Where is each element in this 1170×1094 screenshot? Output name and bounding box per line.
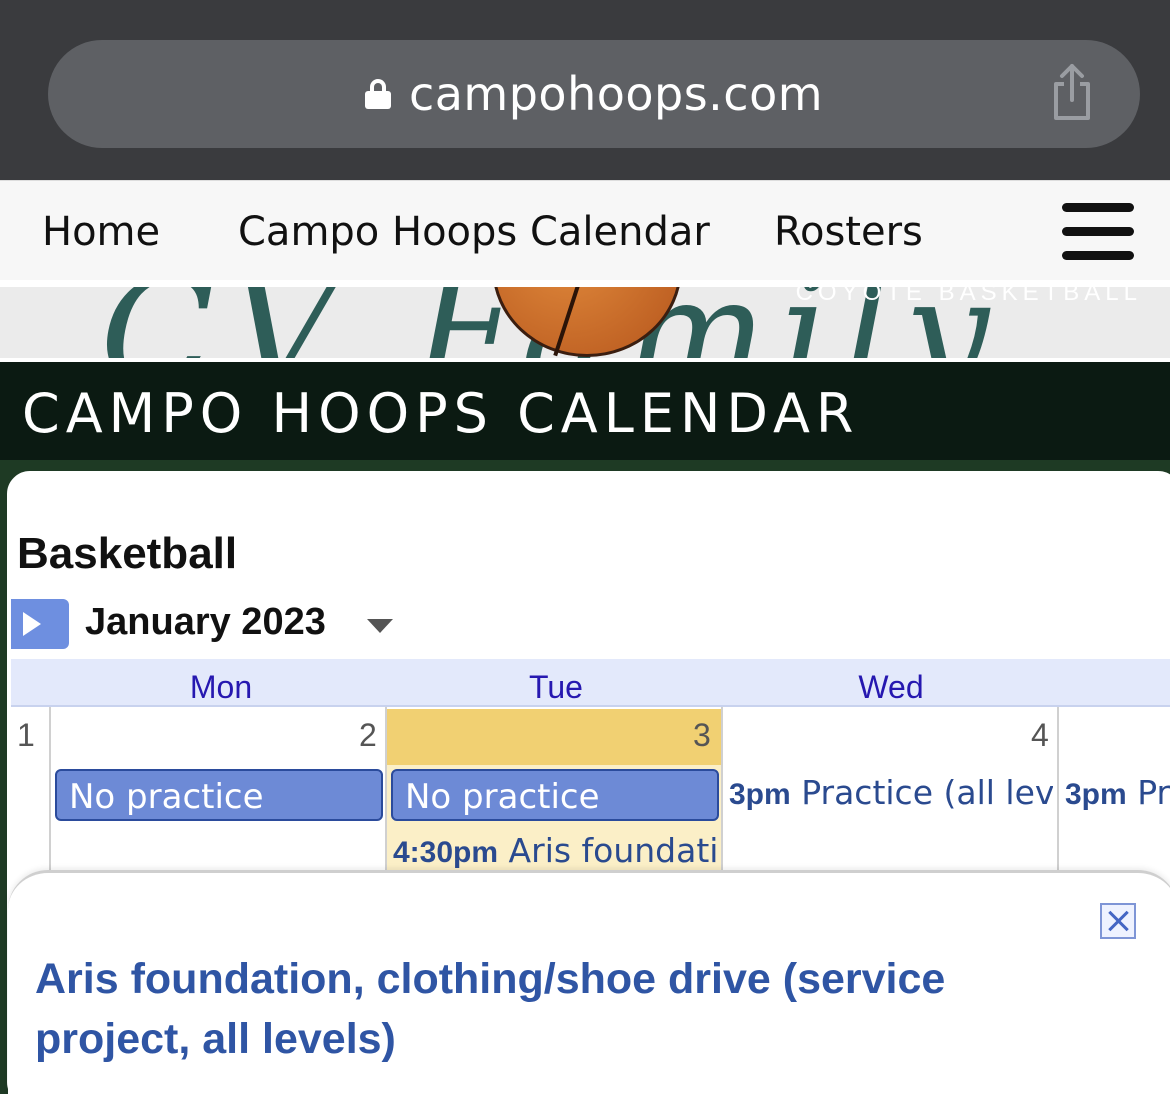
date-3[interactable]: 3 [693,717,711,754]
address-bar[interactable]: campohoops.com [48,40,1140,148]
date-2[interactable]: 2 [359,717,377,754]
grid-divider [49,707,51,873]
event-time: 3pm [729,778,791,811]
event-title: Practice (all lev [801,773,1053,812]
date-1[interactable]: 1 [17,717,35,754]
event-details-title: Aris foundation, clothing/shoe drive (se… [35,955,946,1063]
calendar-title: Basketball [17,529,238,578]
site-nav: Home Campo Hoops Calendar Rosters [0,180,1170,280]
event-details-popup: Aris foundation, clothing/shoe drive (se… [8,870,1170,1094]
close-icon[interactable] [1100,903,1136,939]
days-of-week-header: Mon Tue Wed [11,659,1170,707]
dow-mon: Mon [189,669,253,705]
dow-tue: Tue [529,669,583,705]
event-time: 4:30pm [393,836,499,869]
event-no-practice-tue[interactable]: No practice [391,769,719,821]
nav-calendar[interactable]: Campo Hoops Calendar [238,209,710,255]
banner-image: CV Family COYOTE BASKETBALL [0,284,1170,358]
page-title: CAMPO HOOPS CALENDAR [22,382,860,445]
page-header: CAMPO HOOPS CALENDAR [0,362,1170,460]
nav-home[interactable]: Home [42,209,160,255]
event-time: 3pm [1065,778,1127,811]
event-aris-foundation[interactable]: 4:30pm Aris foundati [393,831,719,870]
grid-divider [721,707,723,873]
event-no-practice-mon[interactable]: No practice [55,769,383,821]
today-header [387,709,721,765]
lock-icon [364,79,391,109]
menu-icon[interactable] [1062,203,1134,261]
event-practice-thu[interactable]: 3pm Pr [1065,773,1170,812]
dow-wed: Wed [858,669,924,705]
url-text: campohoops.com [408,67,824,121]
browser-toolbar: campohoops.com [0,0,1170,180]
next-month-button[interactable] [11,599,69,649]
event-title: Aris foundati [508,831,719,870]
nav-rosters[interactable]: Rosters [774,209,923,255]
grid-divider [385,707,387,873]
month-dropdown-icon[interactable] [367,619,393,633]
event-title: Pr [1137,773,1170,812]
banner-subtext: COYOTE BASKETBALL [795,284,1142,306]
share-icon[interactable] [1048,62,1096,122]
month-label: January 2023 [85,601,326,643]
date-4[interactable]: 4 [1031,717,1049,754]
event-practice-wed[interactable]: 3pm Practice (all lev [729,773,1053,812]
grid-divider [1057,707,1059,873]
